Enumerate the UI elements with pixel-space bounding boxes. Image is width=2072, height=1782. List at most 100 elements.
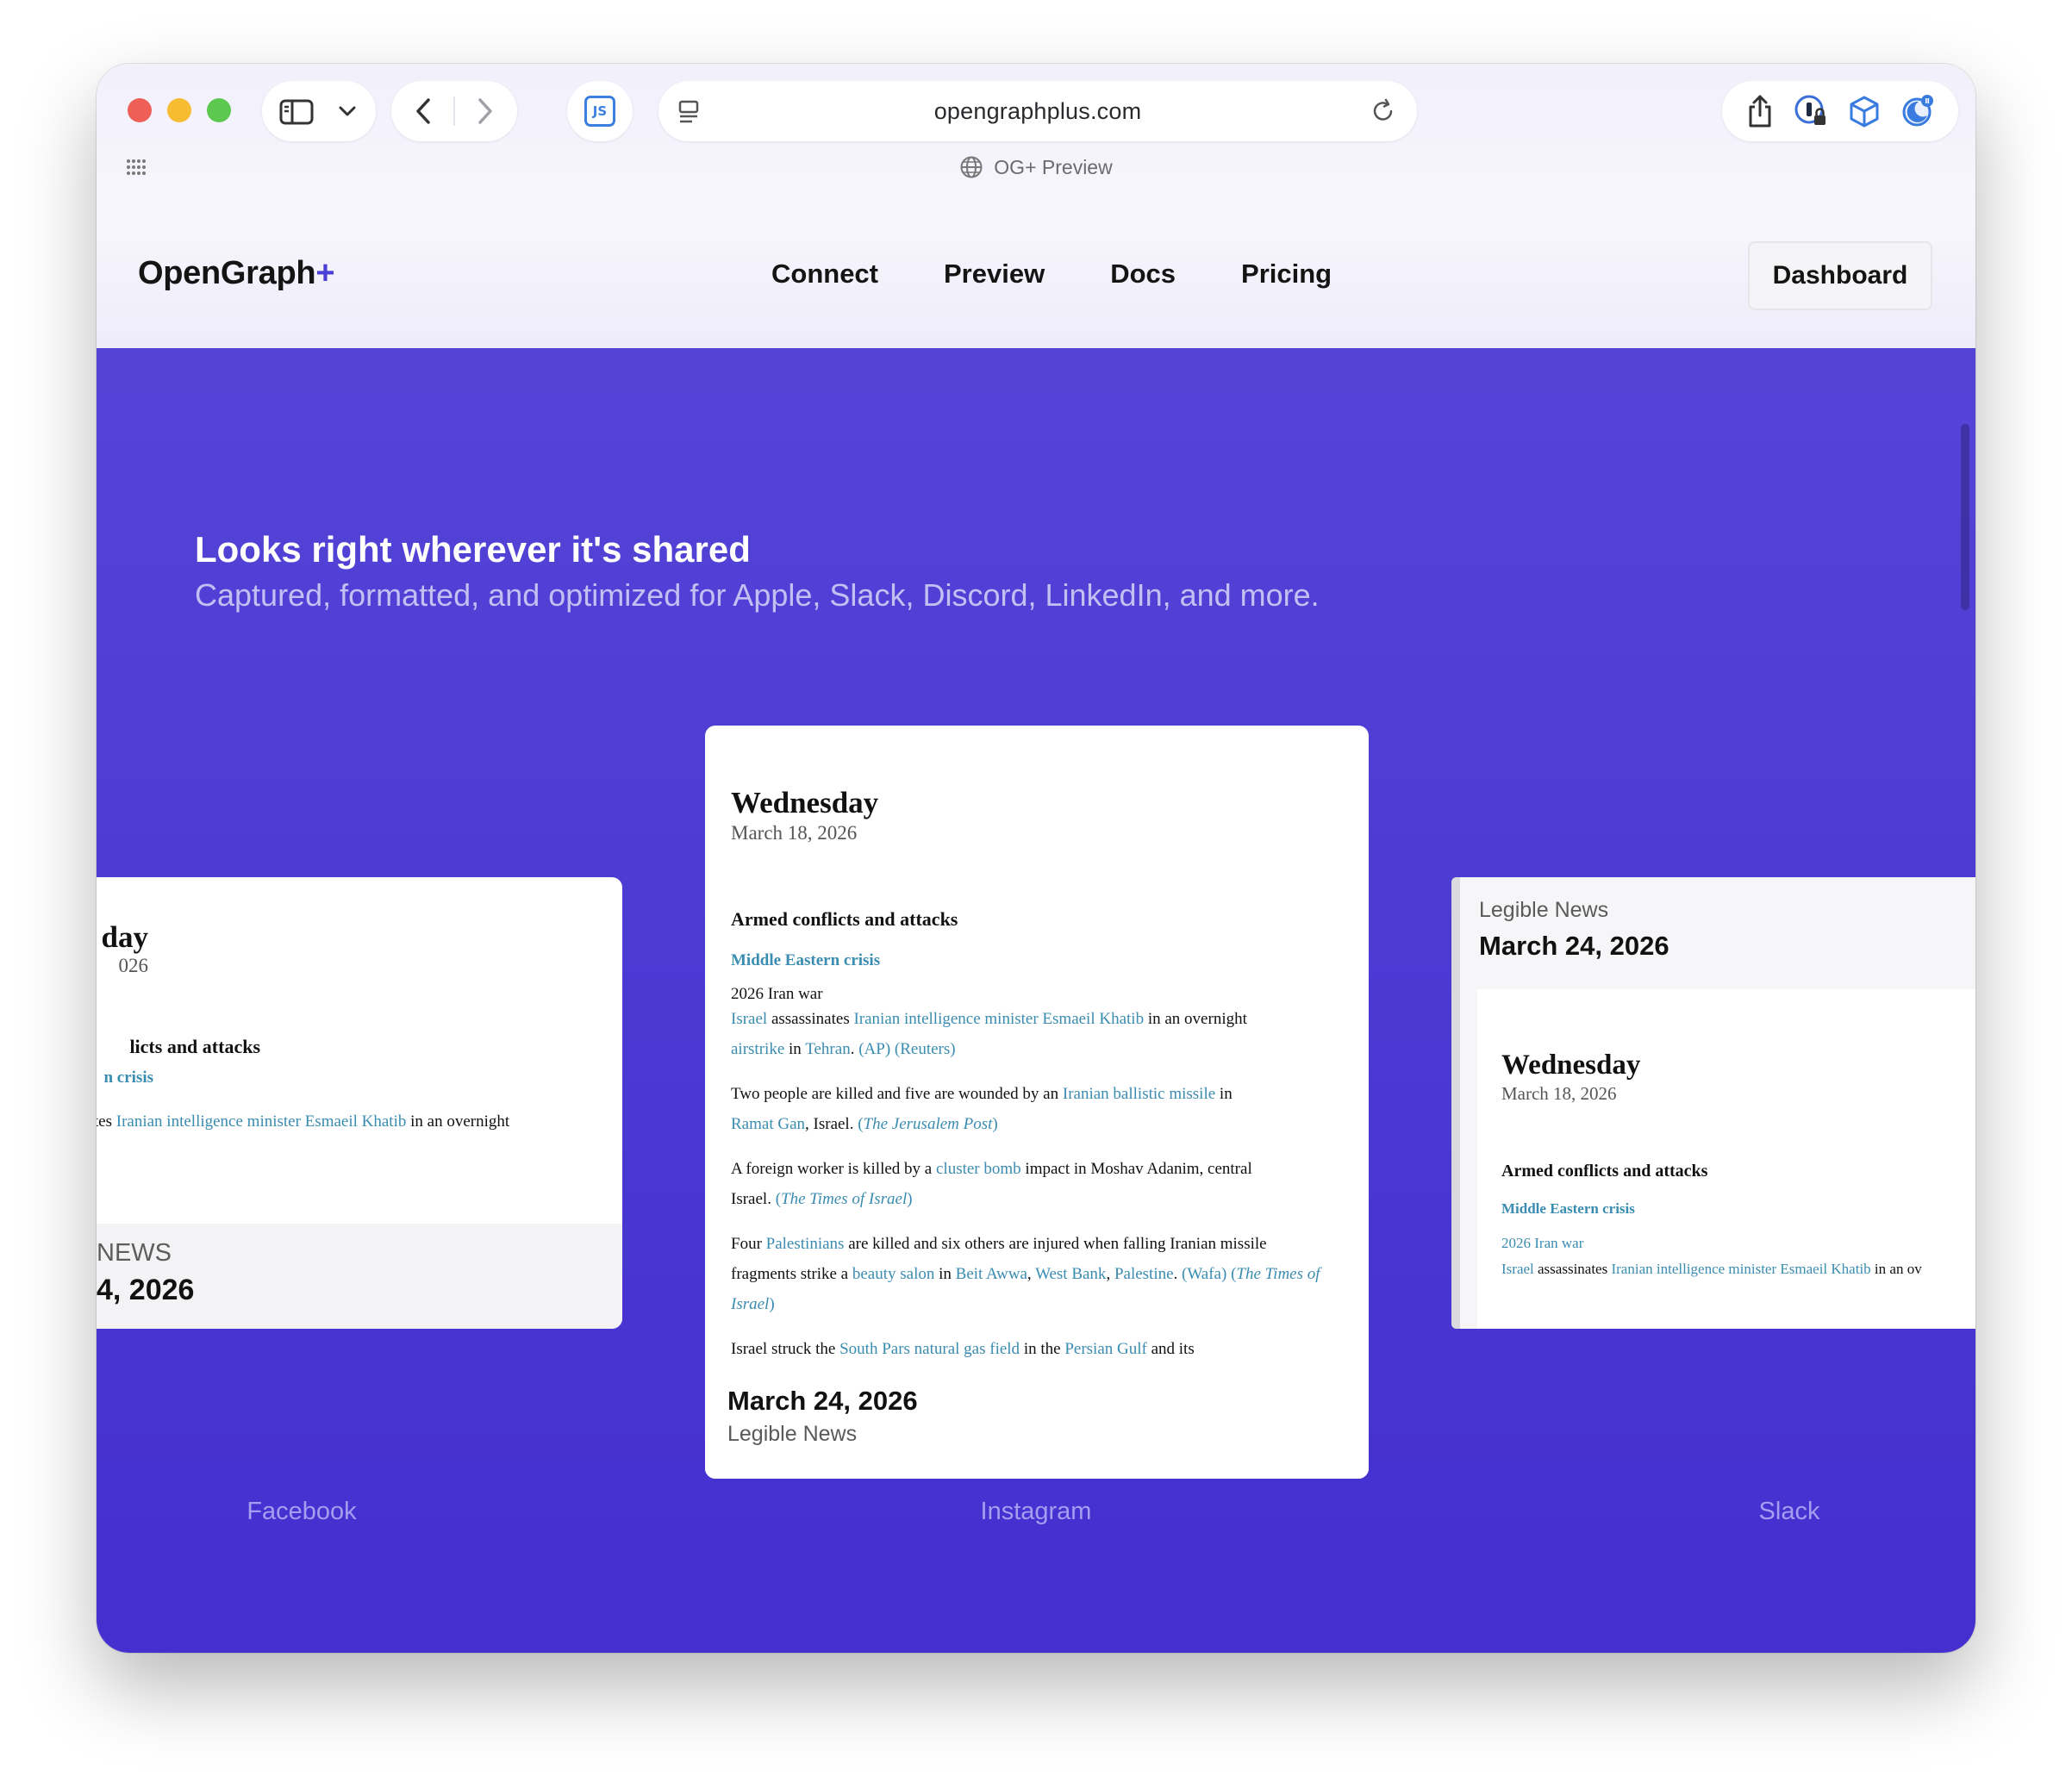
preview-text: assassinates — [771, 1010, 850, 1028]
dashboard-button[interactable]: Dashboard — [1748, 241, 1932, 310]
card-title: March 24, 2026 — [1479, 931, 1669, 961]
preview-section-heading: Armed conflicts and attacks — [1501, 1162, 1708, 1181]
card-source-label: NEWS — [97, 1239, 172, 1267]
preview-text: , Israel. — [805, 1115, 854, 1133]
facebook-preview-card[interactable]: day 026 licts and attacks n crisis tes I… — [97, 877, 622, 1329]
hero-subtitle: Captured, formatted, and optimized for A… — [195, 577, 1320, 613]
forward-arrow-icon[interactable] — [474, 97, 495, 125]
instagram-card-caption: March 24, 2026 Legible News — [705, 1370, 1369, 1479]
navigation-controls — [391, 81, 517, 141]
card-title: March 24, 2026 — [727, 1386, 918, 1416]
preview-paragraph: Israel assassinates Iranian intelligence… — [1501, 1261, 1975, 1278]
reload-icon[interactable] — [1370, 98, 1396, 124]
preview-day: Wednesday — [731, 786, 879, 819]
cube-icon[interactable] — [1847, 94, 1882, 128]
preview-text: in — [789, 1040, 802, 1058]
nav-docs[interactable]: Docs — [1110, 259, 1176, 290]
preview-text: Four — [731, 1235, 762, 1253]
preview-text: Two people are killed and five are wound… — [731, 1085, 1059, 1103]
browser-toolbar: JS opengraphplus.com OG+ Preview OpenGra… — [97, 64, 1975, 348]
preview-date: 026 — [118, 955, 149, 976]
hero-title: Looks right wherever it's shared — [195, 529, 751, 570]
preview-link: Palestinians — [765, 1235, 845, 1253]
active-tab[interactable]: OG+ Preview — [97, 155, 1975, 179]
js-icon: JS — [584, 96, 615, 127]
preview-text: assassinates — [1538, 1261, 1608, 1277]
preview-text: are killed and six others are injured wh… — [848, 1235, 1267, 1253]
site-header: OpenGraph+ Connect Preview Docs Pricing … — [97, 212, 1975, 345]
preview-day: Wednesday — [1501, 1050, 1641, 1081]
preview-link: Iranian intelligence minister Esmaeil Kh… — [853, 1010, 1145, 1028]
site-logo[interactable]: OpenGraph+ — [138, 255, 335, 292]
preview-text: A foreign worker is killed by a — [731, 1160, 933, 1178]
preview-date: March 18, 2026 — [731, 822, 858, 844]
slack-preview-card[interactable]: Legible News March 24, 2026 Wednesday Ma… — [1451, 877, 1975, 1329]
slack-attachment-bar — [1451, 877, 1460, 1329]
preview-text: in — [939, 1265, 952, 1283]
preview-text: in — [1219, 1085, 1233, 1103]
preview-content: Wednesday March 18, 2026 Armed conflicts… — [1501, 1050, 1975, 1278]
preview-link: West Bank — [1035, 1265, 1107, 1283]
preview-link: cluster bomb — [935, 1160, 1021, 1178]
close-window-button[interactable] — [128, 98, 152, 122]
facebook-card-footer: NEWS 4, 2026 — [97, 1224, 622, 1329]
instagram-preview-card[interactable]: Wednesday March 18, 2026 Armed conflicts… — [705, 726, 1369, 1479]
card-source-label: Legible News — [1479, 898, 1609, 922]
nav-preview[interactable]: Preview — [944, 259, 1045, 290]
preview-text: in the — [1023, 1340, 1061, 1358]
globe-icon — [960, 156, 983, 178]
preview-link: Ramat Gan — [731, 1115, 806, 1133]
preview-link: Beit Awwa — [955, 1265, 1027, 1283]
preview-text: and its — [1151, 1340, 1195, 1358]
url-text: opengraphplus.com — [933, 97, 1142, 124]
back-arrow-icon[interactable] — [414, 97, 434, 125]
address-bar[interactable]: opengraphplus.com — [658, 81, 1417, 141]
preview-link: Persian Gulf — [1064, 1340, 1147, 1358]
preview-text: fragments strike a — [731, 1265, 849, 1283]
preview-paragraph: Israel struck the South Pars natural gas… — [731, 1334, 1334, 1364]
share-icon[interactable] — [1745, 94, 1775, 128]
scrollbar[interactable] — [1961, 424, 1969, 610]
minimize-window-button[interactable] — [167, 98, 191, 122]
preview-text: Israel. — [731, 1190, 771, 1208]
preview-text: in an ov — [1874, 1261, 1922, 1277]
platform-label-facebook[interactable]: Facebook — [234, 1498, 369, 1526]
card-title: 4, 2026 — [97, 1274, 195, 1306]
preview-paragraph: tes Iranian intelligence minister Esmaei… — [97, 1106, 622, 1137]
preview-link: Israel — [1501, 1261, 1534, 1277]
preview-section-heading: Armed conflicts and attacks — [731, 908, 958, 930]
preview-link: beauty salon — [852, 1265, 935, 1283]
preview-link: Iranian intelligence minister Esmaeil Kh… — [1611, 1261, 1871, 1277]
chevron-down-icon[interactable] — [338, 103, 357, 119]
preview-source: (Wafa) — [1182, 1265, 1227, 1283]
card-source-label: Legible News — [727, 1422, 858, 1446]
preview-sources: (AP) (Reuters) — [858, 1040, 956, 1058]
javascript-extension-button[interactable]: JS — [567, 81, 633, 141]
preview-text: tes — [97, 1112, 112, 1131]
preview-text: in an overnight — [1147, 1010, 1247, 1028]
preview-link: Israel — [731, 1010, 768, 1028]
extension-moon-icon[interactable] — [1900, 93, 1936, 129]
tab-title: OG+ Preview — [994, 155, 1113, 178]
nav-connect[interactable]: Connect — [771, 259, 878, 290]
zoom-window-button[interactable] — [207, 98, 231, 122]
preview-paragraph: Two people are killed and five are wound… — [731, 1085, 1233, 1133]
preview-text: in an overnight — [410, 1112, 510, 1131]
preview-crisis-link: Middle Eastern crisis — [731, 951, 881, 969]
preview-link: Iranian intelligence minister Esmaeil Kh… — [115, 1112, 407, 1131]
preview-paragraph: Israel assassinates Iranian intelligence… — [731, 1010, 1247, 1058]
reader-mode-icon[interactable] — [677, 100, 700, 124]
preview-crisis-link: Middle Eastern crisis — [1501, 1200, 1635, 1217]
preview-link: airstrike — [731, 1040, 785, 1058]
nav-pricing[interactable]: Pricing — [1241, 259, 1332, 290]
preview-war-link: 2026 Iran war — [1501, 1235, 1584, 1251]
platform-label-instagram[interactable]: Instagram — [969, 1498, 1103, 1526]
sidebar-icon — [279, 99, 314, 125]
preview-image: Wednesday March 18, 2026 Armed conflicts… — [731, 786, 1334, 1364]
preview-date: March 18, 2026 — [1501, 1083, 1617, 1104]
platform-label-slack[interactable]: Slack — [1738, 1498, 1841, 1526]
sidebar-toggle-button[interactable] — [262, 81, 376, 141]
preview-link: Tehran — [805, 1040, 851, 1058]
logo-plus: + — [315, 255, 335, 291]
password-manager-icon[interactable] — [1793, 93, 1829, 129]
